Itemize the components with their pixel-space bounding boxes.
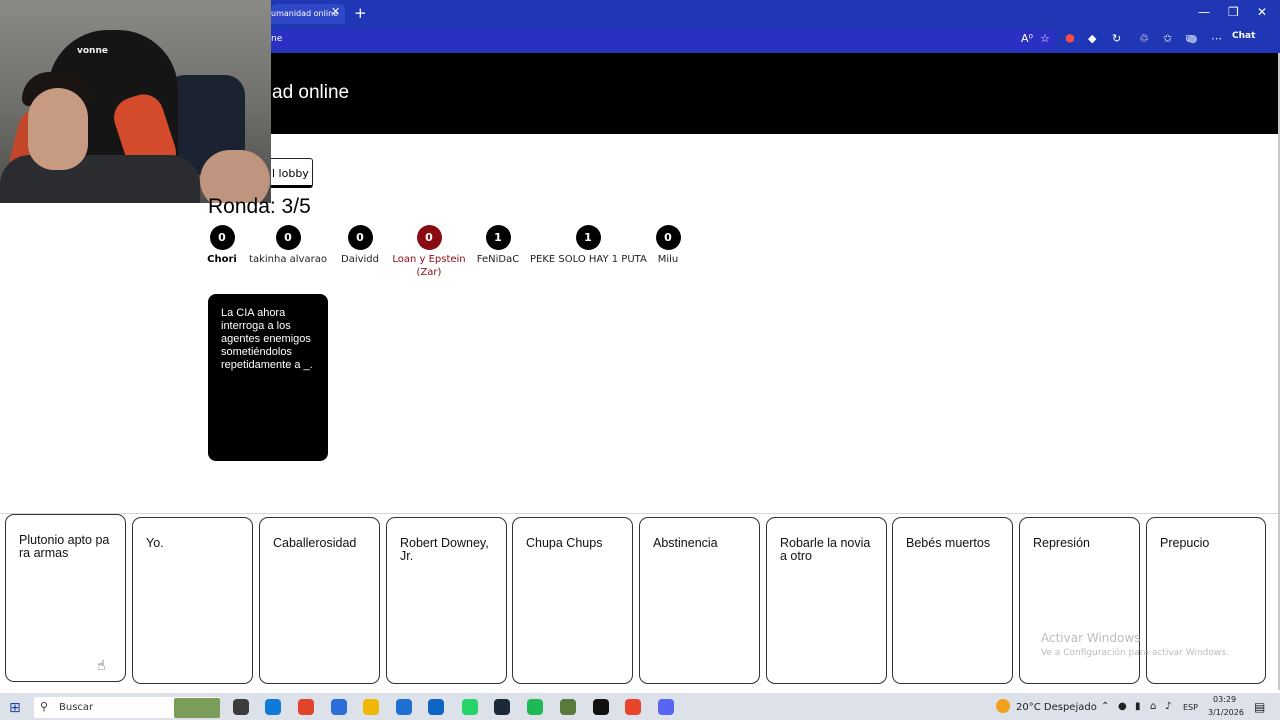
player-name: FeNiDaC bbox=[476, 254, 520, 265]
player-milu: 0 Milu bbox=[653, 225, 683, 266]
close-window-icon[interactable]: ✕ bbox=[1257, 5, 1267, 19]
more-menu-icon[interactable]: ⋯ bbox=[1211, 32, 1222, 45]
white-answer-card[interactable]: Robarle la novia a otro bbox=[766, 517, 887, 684]
notifications-icon[interactable]: ▤ bbox=[1254, 700, 1265, 714]
chrome-icon[interactable] bbox=[298, 699, 314, 715]
tray-chevron-icon[interactable]: ⌃ bbox=[1101, 701, 1109, 712]
page-title: ad online bbox=[272, 82, 350, 103]
player-score: 1 bbox=[485, 225, 511, 250]
black-question-card: La CIA ahora interroga a los agentes ene… bbox=[208, 294, 328, 461]
player-score: 0 bbox=[275, 225, 301, 250]
hand-divider bbox=[0, 513, 1278, 514]
profile-avatar-icon[interactable]: ● bbox=[1188, 32, 1198, 45]
player-name: takinha alvarao bbox=[249, 254, 327, 265]
player-name: Chori bbox=[207, 254, 237, 265]
white-answer-card[interactable]: Abstinencia bbox=[639, 517, 760, 684]
refresh-extension-icon[interactable]: ↻ bbox=[1112, 32, 1121, 45]
spotify-icon[interactable] bbox=[527, 699, 543, 715]
clock-date[interactable]: 3/1/2026 bbox=[1208, 708, 1244, 717]
player-peke: 1 PEKE SOLO HAY 1 PUTA bbox=[530, 225, 647, 266]
player-score: 0 bbox=[655, 225, 681, 250]
edge-icon[interactable] bbox=[265, 699, 281, 715]
outlook-icon[interactable] bbox=[428, 699, 444, 715]
copilot-chat-button[interactable]: Chat bbox=[1232, 31, 1255, 41]
player-fenidac: 1 FeNiDaC bbox=[474, 225, 522, 266]
minecraft-icon[interactable] bbox=[560, 699, 576, 715]
white-answer-card[interactable]: Represión bbox=[1019, 517, 1140, 684]
activate-windows-title: Activar Windows bbox=[1041, 631, 1141, 645]
obs-icon[interactable] bbox=[593, 699, 609, 715]
player-name: Loan y Epstein (Zar) bbox=[392, 254, 466, 278]
streamer-body bbox=[0, 155, 200, 203]
steam-icon[interactable] bbox=[494, 699, 510, 715]
mic-icon[interactable]: ● bbox=[1118, 701, 1127, 712]
new-tab-icon[interactable]: + bbox=[354, 4, 367, 22]
player-score: 0 bbox=[347, 225, 373, 250]
player-score: 0 bbox=[416, 225, 442, 250]
white-answer-card[interactable]: Plutonio apto para armas bbox=[5, 514, 126, 682]
hand-cursor-icon: ☝ bbox=[97, 658, 106, 674]
language-indicator[interactable]: ESP bbox=[1183, 703, 1198, 712]
minimize-icon[interactable]: — bbox=[1198, 5, 1210, 19]
restore-icon[interactable]: ❐ bbox=[1228, 5, 1239, 19]
player-takinha: 0 takinha alvarao bbox=[244, 225, 332, 266]
extensions-icon[interactable]: ♲ bbox=[1139, 32, 1149, 45]
favorites-icon[interactable]: ✩ bbox=[1163, 32, 1172, 45]
player-score: 0 bbox=[209, 225, 235, 250]
extension-diamond-icon[interactable]: ◆ bbox=[1088, 32, 1096, 45]
copilot-icon[interactable] bbox=[331, 699, 347, 715]
address-bar[interactable]: ne bbox=[271, 30, 1056, 50]
player-chori: 0 Chori bbox=[207, 225, 237, 266]
weather-icon[interactable] bbox=[996, 699, 1010, 713]
favorite-star-icon[interactable]: ☆ bbox=[1040, 32, 1050, 45]
streamer-face bbox=[28, 88, 88, 170]
read-aloud-icon[interactable]: A⁰ bbox=[1021, 32, 1033, 45]
network-icon[interactable]: ⌂ bbox=[1150, 701, 1156, 712]
store-icon[interactable] bbox=[396, 699, 412, 715]
round-indicator: Ronda: 3/5 bbox=[208, 195, 311, 218]
start-icon[interactable]: ⊞ bbox=[9, 700, 21, 716]
chrome-alt-icon[interactable] bbox=[625, 699, 641, 715]
volume-icon[interactable]: ♪ bbox=[1165, 701, 1171, 712]
task-view-icon[interactable] bbox=[233, 699, 249, 715]
white-answer-card[interactable]: Yo. bbox=[132, 517, 253, 684]
activate-windows-subtitle: Ve a Configuración para activar Windows. bbox=[1041, 648, 1229, 658]
discord-icon[interactable] bbox=[658, 699, 674, 715]
screen: umanidad online ✕ + — ❐ ✕ ne A⁰ ☆ ⬢ ◆ ↻ … bbox=[0, 0, 1280, 720]
player-name: PEKE SOLO HAY 1 PUTA bbox=[530, 254, 647, 265]
address-text: ne bbox=[271, 34, 283, 44]
player-loan-epstein: 0 Loan y Epstein (Zar) bbox=[388, 225, 470, 279]
whatsapp-icon[interactable] bbox=[462, 699, 478, 715]
white-answer-card[interactable]: Bebés muertos bbox=[892, 517, 1013, 684]
player-score: 1 bbox=[575, 225, 601, 250]
tab-title: umanidad online bbox=[271, 9, 339, 18]
clock-time[interactable]: 03:29 bbox=[1213, 695, 1236, 704]
weather-text[interactable]: 20°C Despejado bbox=[1016, 702, 1097, 713]
chair-logo: vonne bbox=[77, 46, 108, 56]
player-daividd: 0 Daividd bbox=[338, 225, 382, 266]
white-answer-card[interactable]: Chupa Chups bbox=[512, 517, 633, 684]
search-placeholder: Buscar bbox=[59, 702, 94, 713]
search-icon: ⚲ bbox=[40, 700, 49, 713]
webcam-overlay: vonne bbox=[0, 0, 271, 203]
file-explorer-icon[interactable] bbox=[363, 699, 379, 715]
extension-red-icon[interactable]: ⬢ bbox=[1065, 32, 1075, 45]
player-name: Daividd bbox=[341, 254, 379, 265]
search-highlight-image bbox=[174, 698, 220, 718]
white-answer-card[interactable]: Prepucio bbox=[1146, 517, 1266, 684]
white-answer-card[interactable]: Caballerosidad bbox=[259, 517, 380, 684]
white-answer-card[interactable]: Robert Downey, Jr. bbox=[386, 517, 507, 684]
tab-close-icon[interactable]: ✕ bbox=[331, 5, 340, 18]
mic-mute-icon[interactable]: ▮ bbox=[1135, 701, 1141, 712]
player-name: Milu bbox=[657, 254, 679, 265]
